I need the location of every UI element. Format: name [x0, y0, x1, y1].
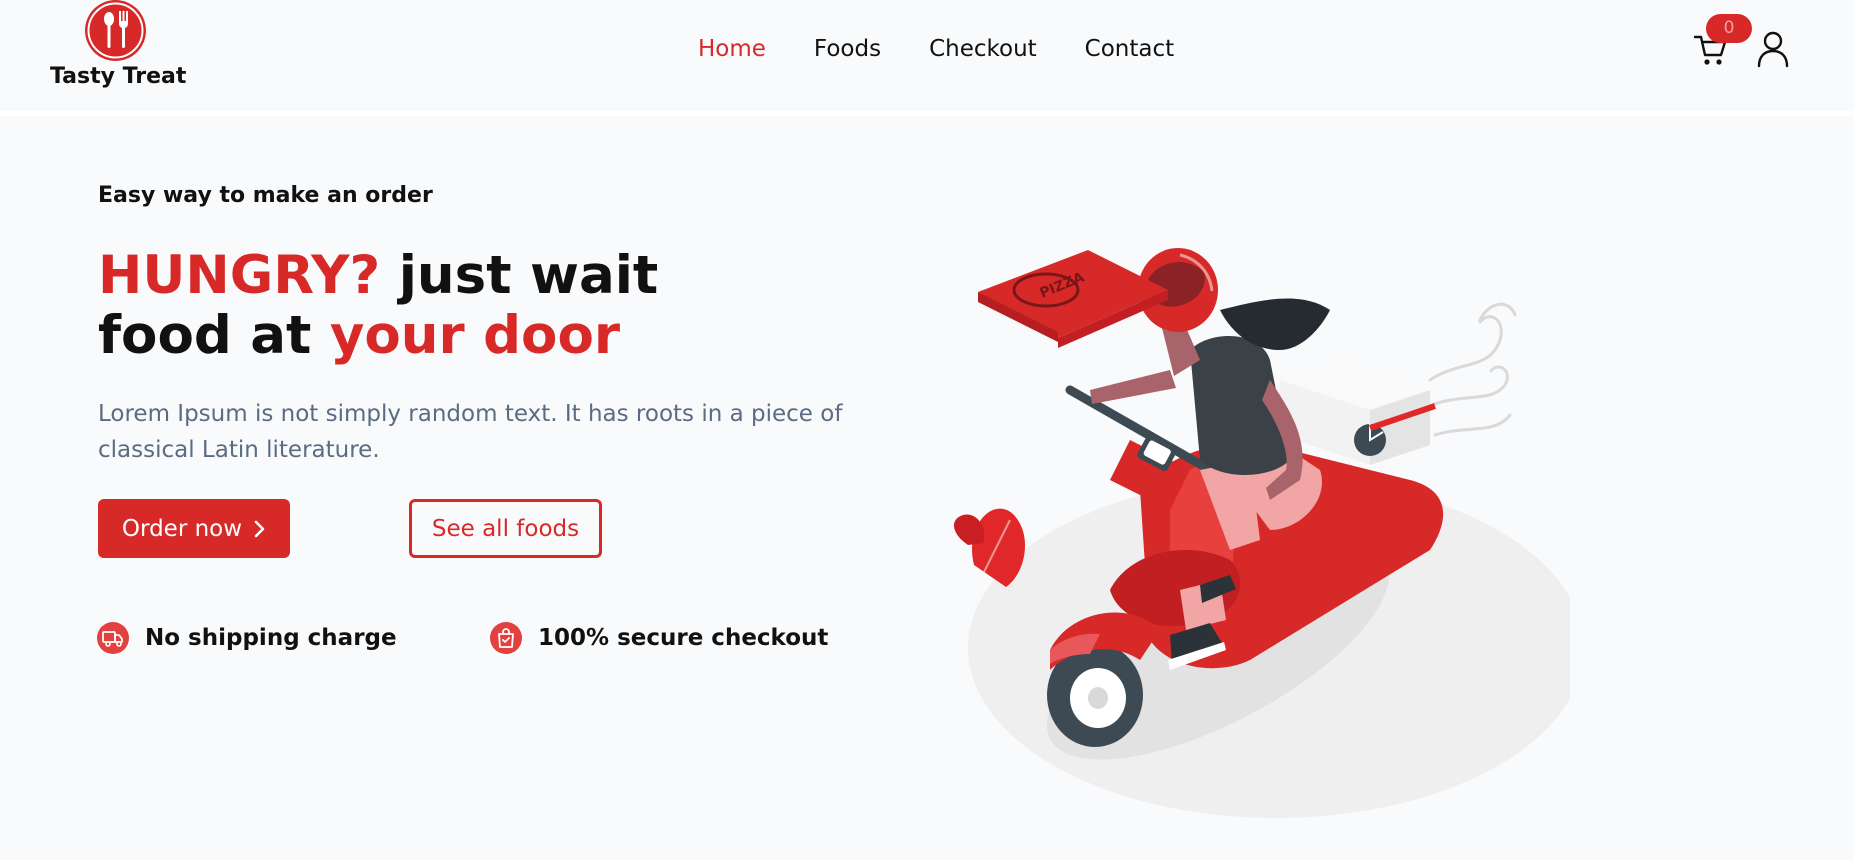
- order-now-label: Order now: [121, 515, 243, 542]
- feature-label: No shipping charge: [145, 625, 397, 651]
- logo[interactable]: Tasty Treat: [50, 0, 187, 95]
- hero-title-wait: just wait: [380, 245, 659, 306]
- hero-title-food-at: food at: [98, 305, 330, 366]
- leaf-decoration: [953, 508, 1026, 587]
- chevron-right-icon: [254, 520, 265, 537]
- nav-item-contact[interactable]: Contact: [1085, 32, 1174, 66]
- cart-button[interactable]: 0: [1693, 14, 1752, 70]
- nav-item-foods[interactable]: Foods: [814, 32, 881, 66]
- order-now-button[interactable]: Order now: [98, 499, 290, 558]
- hero-eyebrow: Easy way to make an order: [98, 183, 433, 208]
- feature-label: 100% secure checkout: [538, 625, 829, 651]
- site-header: Tasty Treat Home Foods Checkout Contact …: [0, 0, 1854, 116]
- nav-item-home[interactable]: Home: [698, 32, 766, 66]
- delivery-truck-icon: [97, 622, 129, 654]
- user-icon[interactable]: [1757, 30, 1789, 68]
- hero-title: HUNGRY? just wait food at your door: [98, 246, 818, 366]
- cart-count-badge: 0: [1706, 14, 1752, 43]
- feature-no-shipping: No shipping charge: [97, 620, 397, 656]
- hero-title-hungry: HUNGRY?: [98, 245, 381, 306]
- hero-description: Lorem Ipsum is not simply random text. I…: [98, 401, 843, 463]
- brand-name: Tasty Treat: [50, 64, 187, 89]
- spoon-fork-icon: [85, 0, 146, 61]
- shopping-bag-check-icon: [490, 622, 522, 654]
- hero-title-your-door: your door: [329, 305, 621, 366]
- main-nav: Home Foods Checkout Contact: [698, 32, 1174, 66]
- pizza-box: PIZZA: [978, 250, 1168, 348]
- delivery-scooter-illustration: PIZZA: [953, 248, 1570, 818]
- see-all-foods-button[interactable]: See all foods: [409, 499, 602, 558]
- feature-secure-checkout: 100% secure checkout: [490, 620, 828, 656]
- nav-item-checkout[interactable]: Checkout: [929, 32, 1037, 66]
